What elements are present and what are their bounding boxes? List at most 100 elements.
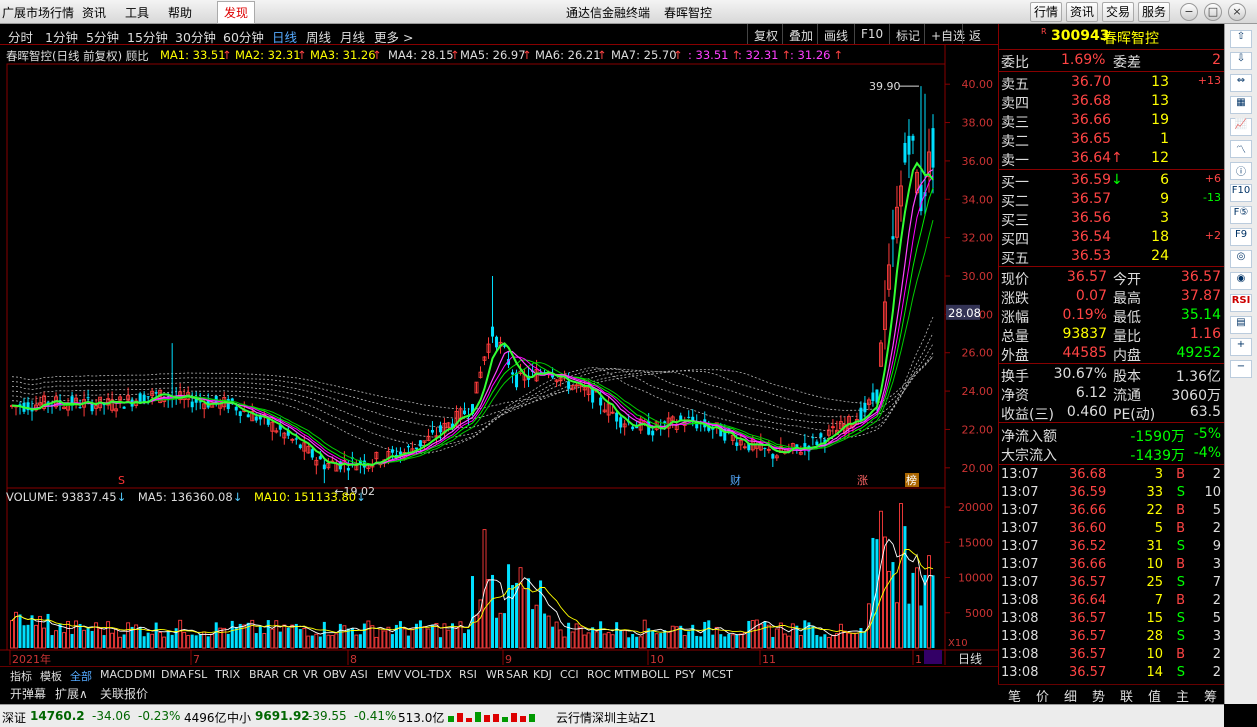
indicator-tab[interactable]: FSL <box>188 668 207 681</box>
detail-tab[interactable]: 筹 <box>1204 686 1217 705</box>
indicator-tab[interactable]: DMI <box>134 668 155 681</box>
ask-row[interactable]: 卖三 36.66 19 <box>999 111 1225 131</box>
news-button[interactable]: 资讯 <box>1066 2 1098 22</box>
quotes-button[interactable]: 行情 <box>1030 2 1062 22</box>
limit-up-marker[interactable]: 涨 <box>857 474 868 487</box>
trade-button[interactable]: 交易 <box>1102 2 1134 22</box>
bid-row[interactable]: 买二 36.57 9 -13 <box>999 190 1225 210</box>
bid-row[interactable]: 买三 36.56 3 <box>999 209 1225 229</box>
bid-row[interactable]: 买五 36.53 24 <box>999 247 1225 267</box>
adjust-button[interactable]: 复权 <box>747 24 784 44</box>
target-icon[interactable]: ◎ <box>1230 250 1252 268</box>
indicator-tab[interactable]: KDJ <box>533 668 552 681</box>
indicator-tab[interactable]: CCI <box>560 668 579 681</box>
indicator-tab[interactable]: MTM <box>614 668 640 681</box>
indicator-tab[interactable]: 模板 <box>40 668 62 684</box>
indicator-tab[interactable]: 指标 <box>10 668 32 684</box>
detail-tab[interactable]: 细 <box>1064 686 1077 705</box>
indicator-tab[interactable]: ASI <box>350 668 368 681</box>
bid-row[interactable]: 买一 36.59 ↓ 6 +6 <box>999 171 1225 191</box>
f9-icon[interactable]: F9 <box>1230 228 1252 246</box>
period-tab[interactable]: 15分钟 <box>127 27 168 46</box>
ask-row[interactable]: 卖四 36.68 13 <box>999 92 1225 112</box>
indicator-tab[interactable]: PSY <box>675 668 695 681</box>
volume-bar <box>919 605 923 648</box>
back-button[interactable]: 返回 <box>962 24 998 60</box>
scroll-handle[interactable] <box>924 650 942 664</box>
close-icon[interactable]: × <box>1228 3 1246 21</box>
sheet-icon[interactable]: ▤ <box>1230 316 1252 334</box>
maximize-icon[interactable]: □ <box>1204 3 1222 21</box>
f10-button[interactable]: F10 <box>854 24 889 44</box>
indicator-tab[interactable]: VOL-TDX <box>404 668 452 681</box>
ask-row[interactable]: 卖五 36.70 13 +13 <box>999 73 1225 93</box>
mark-button[interactable]: 标记 <box>889 24 926 44</box>
indicator-tab[interactable]: VR <box>303 668 318 681</box>
ask-row[interactable]: 卖一 36.64 ↑ 12 <box>999 149 1225 169</box>
draw-button[interactable]: 画线 <box>817 24 854 44</box>
menu-discover[interactable]: 发现 <box>217 1 256 24</box>
related-quotes-button[interactable]: 关联报价 <box>100 685 148 702</box>
period-tab[interactable]: 分时 <box>8 27 33 46</box>
bid-row[interactable]: 买四 36.54 18 +2 <box>999 228 1225 248</box>
minus-icon[interactable]: − <box>1230 360 1252 378</box>
period-tab[interactable]: 1分钟 <box>45 27 78 46</box>
indicator-tab[interactable]: MACD <box>100 668 133 681</box>
period-tab[interactable]: 30分钟 <box>175 27 216 46</box>
info-icon[interactable]: ⓘ <box>1230 162 1252 180</box>
indicator-tab[interactable]: SAR <box>506 668 528 681</box>
indicator-tab[interactable]: TRIX <box>215 668 240 681</box>
period-tab[interactable]: 月线 <box>340 27 365 46</box>
indicator-tab[interactable]: RSI <box>459 668 477 681</box>
index1-name[interactable]: 深证 <box>2 709 26 726</box>
indicator-tab[interactable]: DMA <box>161 668 187 681</box>
down-arrow-icon[interactable]: ⇩ <box>1230 52 1252 70</box>
up-arrow-icon[interactable]: ⇧ <box>1230 30 1252 48</box>
chart-icon[interactable]: 📈 <box>1230 118 1252 136</box>
s-marker[interactable]: S <box>118 474 125 487</box>
indicator-tab[interactable]: CR <box>283 668 298 681</box>
menu-tools[interactable]: 工具 <box>125 4 149 21</box>
server-name[interactable]: 云行情深圳主站Z1 <box>556 709 656 726</box>
detail-tab[interactable]: 主 <box>1176 686 1189 705</box>
f10-icon[interactable]: F10 <box>1230 184 1252 202</box>
service-button[interactable]: 服务 <box>1138 2 1170 22</box>
period-tab[interactable]: 周线 <box>306 27 331 46</box>
ask-row[interactable]: 卖二 36.65 1 <box>999 130 1225 150</box>
trend-icon[interactable]: 〽 <box>1230 140 1252 158</box>
menu-help[interactable]: 帮助 <box>168 4 192 21</box>
kline-chart[interactable]: 40.0038.0036.0034.0032.0030.0028.0026.00… <box>0 45 998 685</box>
period-tab[interactable]: 5分钟 <box>86 27 119 46</box>
period-tab-more[interactable]: 更多 > <box>374 27 413 46</box>
indicator-tab[interactable]: EMV <box>377 668 401 681</box>
detail-tab[interactable]: 势 <box>1092 686 1105 705</box>
expand-button[interactable]: 扩展∧ <box>55 685 88 702</box>
detail-tab[interactable]: 值 <box>1148 686 1161 705</box>
indicator-tab[interactable]: WR <box>486 668 505 681</box>
indicator-tab[interactable]: MCST <box>702 668 733 681</box>
indicator-tab[interactable]: 全部 <box>70 668 92 684</box>
menu-info[interactable]: 资讯 <box>82 4 106 21</box>
plus-icon[interactable]: + <box>1230 338 1252 356</box>
overlay-button[interactable]: 叠加 <box>782 24 819 44</box>
radar-icon[interactable]: ◉ <box>1230 272 1252 290</box>
compare-icon[interactable]: ⇔ <box>1230 74 1252 92</box>
indicator-tab[interactable]: OBV <box>323 668 346 681</box>
rsi-icon[interactable]: RSI <box>1230 294 1252 312</box>
indicator-tab[interactable]: BOLL <box>641 668 669 681</box>
grid-icon[interactable]: ▦ <box>1230 96 1252 114</box>
period-tab[interactable]: 60分钟 <box>223 27 264 46</box>
danmu-button[interactable]: 开弹幕 <box>10 685 46 702</box>
index2-name[interactable]: 中小 <box>227 709 251 726</box>
detail-tab[interactable]: 联 <box>1120 686 1133 705</box>
minimize-icon[interactable]: − <box>1180 3 1198 21</box>
indicator-tab[interactable]: ROC <box>587 668 611 681</box>
detail-tab[interactable]: 笔 <box>1008 686 1021 705</box>
fund-icon[interactable]: F⑤ <box>1230 206 1252 224</box>
rank-marker[interactable]: 榜 <box>906 473 917 487</box>
indicator-tab[interactable]: BRAR <box>249 668 279 681</box>
finance-marker[interactable]: 财 <box>730 473 741 487</box>
market-menu[interactable]: 广展市场行情 <box>2 4 74 21</box>
detail-tab[interactable]: 价 <box>1036 686 1049 705</box>
period-tab-active[interactable]: 日线 <box>272 27 297 46</box>
